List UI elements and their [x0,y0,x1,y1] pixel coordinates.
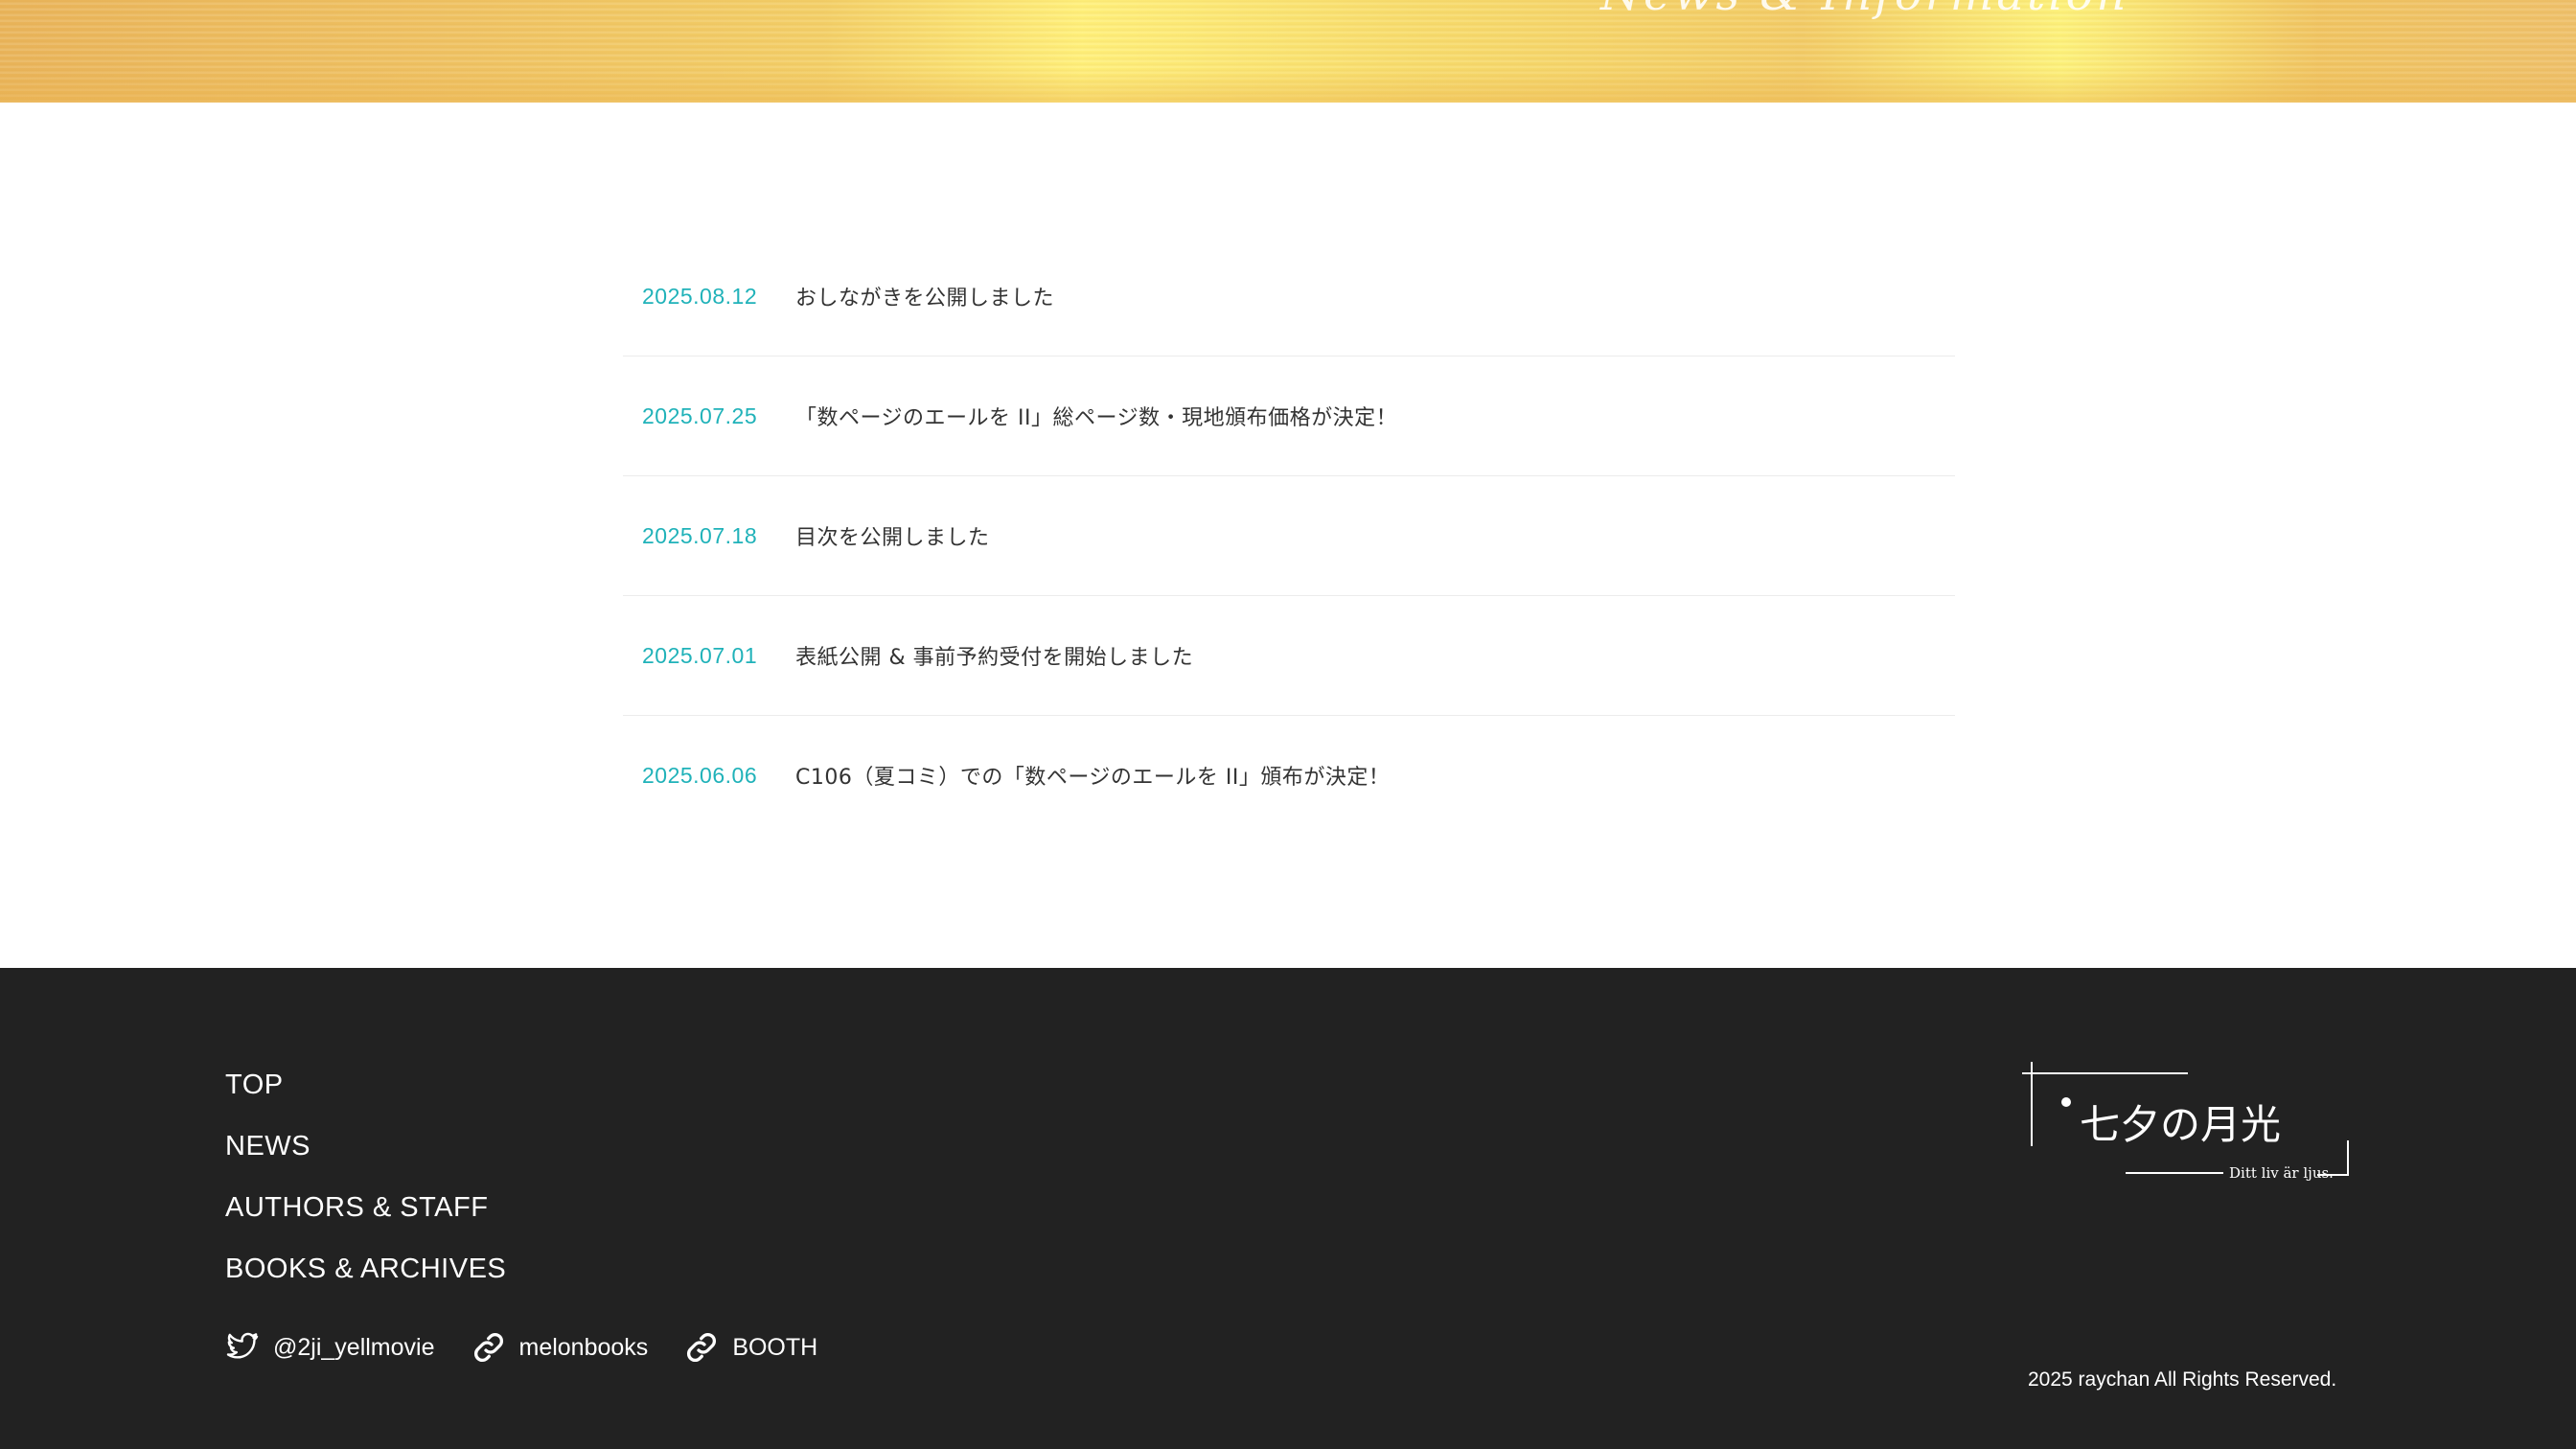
twitter-icon [226,1332,259,1359]
link-icon [473,1333,503,1362]
news-date: 2025.08.12 [642,283,758,309]
news-date: 2025.07.18 [642,522,758,548]
news-item[interactable]: 2025.07.01 表紙公開 & 事前予約受付を開始しました [623,596,1955,716]
news-item[interactable]: 2025.07.18 目次を公開しました [623,476,1955,596]
social-links: @2ji_yellmovie melonbooks BOOTH [225,1330,854,1365]
booth-label: BOOTH [732,1333,818,1361]
news-item[interactable]: 2025.07.25 「数ページのエールを II」総ページ数・現地頒布価格が決定… [623,356,1955,476]
booth-link[interactable]: BOOTH [684,1330,817,1365]
site-logo[interactable]: 七夕の月光 Ditt liv är ljus. [2020,1052,2356,1186]
footer-nav-news[interactable]: NEWS [225,1116,506,1177]
site-footer: TOP NEWS AUTHORS & STAFF BOOKS & ARCHIVE… [0,968,2576,1449]
news-item[interactable]: 2025.06.06 C106（夏コミ）での「数ページのエールを II」頒布が決… [623,716,1955,835]
news-item[interactable]: 2025.08.12 おしながきを公開しました [623,237,1955,356]
footer-nav-books-archives[interactable]: BOOKS & ARCHIVES [225,1238,506,1300]
news-title[interactable]: 表紙公開 & 事前予約受付を開始しました [795,640,1193,671]
footer-nav: TOP NEWS AUTHORS & STAFF BOOKS & ARCHIVE… [225,1054,506,1300]
hero-title: News & Information [1600,0,2128,21]
logo-subtitle: Ditt liv är ljus. [2229,1164,2334,1182]
melonbooks-link[interactable]: melonbooks [472,1330,649,1365]
news-list: 2025.08.12 おしながきを公開しました 2025.07.25 「数ページ… [623,237,1955,835]
news-title[interactable]: C106（夏コミ）での「数ページのエールを II」頒布が決定！ [795,760,1390,791]
hero-banner: News & Information [0,0,2576,103]
twitter-link[interactable]: @2ji_yellmovie [225,1330,435,1365]
footer-nav-top[interactable]: TOP [225,1054,506,1116]
melonbooks-label: melonbooks [518,1333,649,1361]
logo-title: 七夕の月光 [2080,1101,2281,1148]
twitter-handle: @2ji_yellmovie [273,1333,435,1361]
news-title[interactable]: 「数ページのエールを II」総ページ数・現地頒布価格が決定！ [795,401,1397,431]
news-title[interactable]: おしながきを公開しました [795,281,1054,311]
link-icon [687,1333,717,1362]
news-title[interactable]: 目次を公開しました [795,520,990,551]
footer-nav-authors-staff[interactable]: AUTHORS & STAFF [225,1177,506,1238]
copyright: 2025 raychan All Rights Reserved. [2028,1368,2337,1391]
news-date: 2025.07.01 [642,642,758,668]
news-date: 2025.07.25 [642,402,758,428]
news-date: 2025.06.06 [642,762,758,788]
